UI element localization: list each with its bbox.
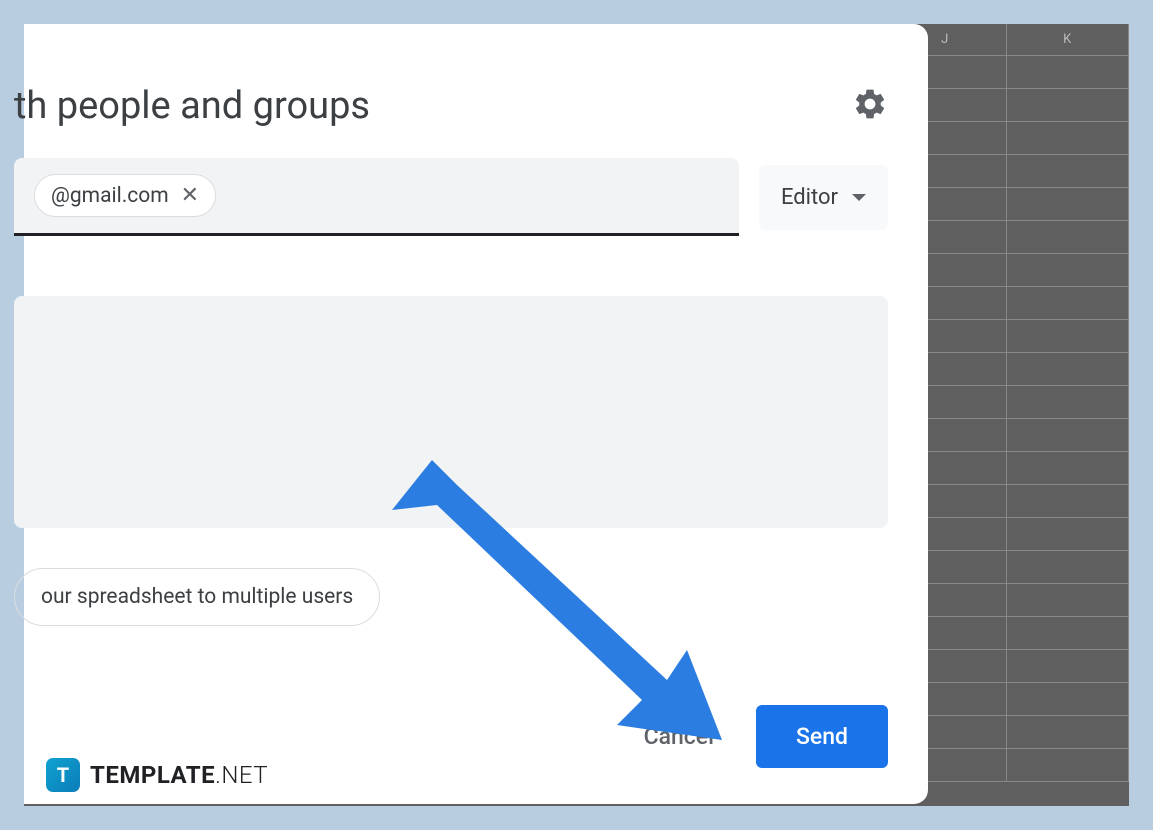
spreadsheet-cell[interactable] <box>1007 452 1130 485</box>
spreadsheet-cell[interactable] <box>1007 122 1130 155</box>
email-chip[interactable]: @gmail.com ✕ <box>34 174 216 217</box>
spreadsheet-cell[interactable] <box>1007 617 1130 650</box>
dialog-title: th people and groups <box>14 84 370 128</box>
spreadsheet-cell[interactable] <box>1007 716 1130 749</box>
spreadsheet-cell[interactable] <box>1007 419 1130 452</box>
watermark: T TEMPLATE.NET <box>46 758 268 792</box>
spreadsheet-cell[interactable] <box>1007 551 1130 584</box>
close-icon[interactable]: ✕ <box>181 183 199 208</box>
spreadsheet-cell[interactable] <box>1007 56 1130 89</box>
spreadsheet-cell[interactable] <box>1007 518 1130 551</box>
spreadsheet-cell[interactable] <box>1007 89 1130 122</box>
role-label: Editor <box>781 185 838 210</box>
spreadsheet-cell[interactable] <box>1007 188 1130 221</box>
column-header-k[interactable]: K <box>1007 24 1130 56</box>
spreadsheet-cell[interactable] <box>1007 749 1130 782</box>
spreadsheet-cell[interactable] <box>1007 650 1130 683</box>
spreadsheet-cell[interactable] <box>1007 353 1130 386</box>
notify-text: our spreadsheet to multiple users <box>41 585 353 609</box>
email-chip-text: @gmail.com <box>51 184 169 208</box>
message-textarea[interactable] <box>14 296 888 528</box>
spreadsheet-cell[interactable] <box>1007 584 1130 617</box>
spreadsheet-cell[interactable] <box>1007 485 1130 518</box>
role-dropdown[interactable]: Editor <box>759 165 888 230</box>
watermark-logo-icon: T <box>46 758 80 792</box>
recipient-input[interactable]: @gmail.com ✕ <box>14 158 739 236</box>
gear-icon[interactable] <box>852 86 888 126</box>
cancel-button[interactable]: Cancel <box>626 709 732 764</box>
spreadsheet-cell[interactable] <box>1007 683 1130 716</box>
chevron-down-icon <box>852 194 866 201</box>
spreadsheet-cell[interactable] <box>1007 254 1130 287</box>
spreadsheet-cell[interactable] <box>1007 287 1130 320</box>
notify-chip[interactable]: our spreadsheet to multiple users <box>14 568 380 626</box>
spreadsheet-cell[interactable] <box>1007 320 1130 353</box>
share-dialog: th people and groups @gmail.com ✕ Editor <box>24 24 928 804</box>
spreadsheet-cell[interactable] <box>1007 155 1130 188</box>
send-button[interactable]: Send <box>756 705 888 768</box>
spreadsheet-cell[interactable] <box>1007 221 1130 254</box>
watermark-text: TEMPLATE.NET <box>90 761 268 789</box>
spreadsheet-cell[interactable] <box>1007 386 1130 419</box>
